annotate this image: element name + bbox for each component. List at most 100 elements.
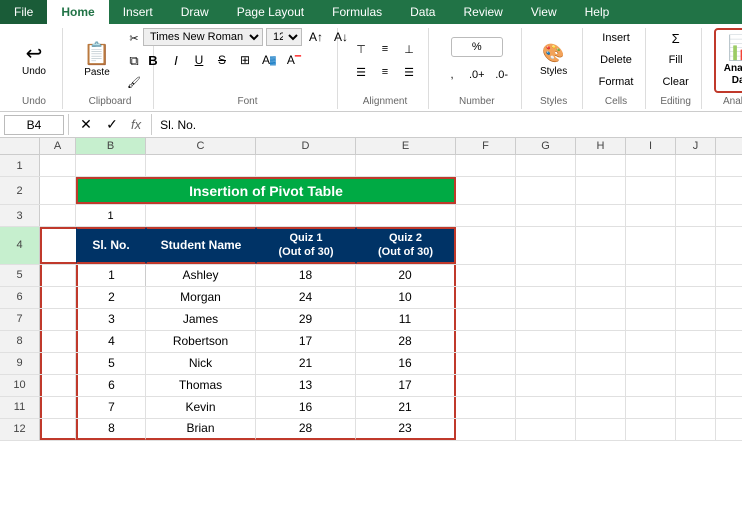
row-num-1[interactable]: 1 xyxy=(0,155,40,176)
cell-c12[interactable]: Brian xyxy=(146,419,256,440)
cell-g5[interactable] xyxy=(516,265,576,286)
comma-style-button[interactable]: , xyxy=(441,65,463,85)
cell-i11[interactable] xyxy=(626,397,676,418)
col-header-i[interactable]: I xyxy=(626,138,676,154)
col-header-j[interactable]: J xyxy=(676,138,716,154)
tab-data[interactable]: Data xyxy=(396,0,449,24)
cell-c11[interactable]: Kevin xyxy=(146,397,256,418)
tab-formulas[interactable]: Formulas xyxy=(318,0,396,24)
cell-e3[interactable] xyxy=(356,205,456,226)
cell-j12[interactable] xyxy=(676,419,716,440)
cell-d8[interactable]: 17 xyxy=(256,331,356,352)
row-num-8[interactable]: 8 xyxy=(0,331,40,352)
col-header-g[interactable]: G xyxy=(516,138,576,154)
cell-j4[interactable] xyxy=(676,227,716,264)
col-header-b[interactable]: B xyxy=(76,138,146,154)
cell-h6[interactable] xyxy=(576,287,626,308)
cell-h5[interactable] xyxy=(576,265,626,286)
row-num-10[interactable]: 10 xyxy=(0,375,40,396)
format-cells-button[interactable]: Format xyxy=(595,72,638,92)
cell-b9[interactable]: 5 xyxy=(76,353,146,374)
cell-i4[interactable] xyxy=(626,227,676,264)
cell-i5[interactable] xyxy=(626,265,676,286)
cell-b11[interactable]: 7 xyxy=(76,397,146,418)
cell-e10[interactable]: 17 xyxy=(356,375,456,396)
cell-d3[interactable] xyxy=(256,205,356,226)
cell-f1[interactable] xyxy=(456,155,516,176)
insert-function-button[interactable]: fx xyxy=(127,117,145,132)
font-size-select[interactable]: 12 xyxy=(266,28,302,46)
bold-button[interactable]: B xyxy=(143,51,163,69)
format-painter-button[interactable]: 🖌 xyxy=(123,73,145,93)
confirm-formula-button[interactable]: ✓ xyxy=(101,114,123,135)
cell-j9[interactable] xyxy=(676,353,716,374)
cell-h9[interactable] xyxy=(576,353,626,374)
cell-e9[interactable]: 16 xyxy=(356,353,456,374)
cell-i1[interactable] xyxy=(626,155,676,176)
cell-g10[interactable] xyxy=(516,375,576,396)
cell-h1[interactable] xyxy=(576,155,626,176)
cell-g1[interactable] xyxy=(516,155,576,176)
cell-b6[interactable]: 2 xyxy=(76,287,146,308)
align-middle-button[interactable]: ≡ xyxy=(374,39,396,59)
row-num-2[interactable]: 2 xyxy=(0,177,40,204)
cell-d12[interactable]: 28 xyxy=(256,419,356,440)
cell-h12[interactable] xyxy=(576,419,626,440)
cell-a8[interactable] xyxy=(40,331,76,352)
cell-c4-header[interactable]: Student Name xyxy=(146,227,256,264)
cell-c1[interactable] xyxy=(146,155,256,176)
underline-button[interactable]: U xyxy=(189,51,209,69)
cell-i10[interactable] xyxy=(626,375,676,396)
tab-home[interactable]: Home xyxy=(47,0,108,24)
cell-h4[interactable] xyxy=(576,227,626,264)
fill-color-button[interactable]: A▓ xyxy=(258,51,280,69)
cell-f3[interactable] xyxy=(456,205,516,226)
cell-d10[interactable]: 13 xyxy=(256,375,356,396)
cell-b5[interactable]: 1 xyxy=(76,265,146,286)
insert-cells-button[interactable]: Insert xyxy=(598,28,634,48)
cell-e8[interactable]: 28 xyxy=(356,331,456,352)
cell-a2[interactable] xyxy=(40,177,76,204)
cell-c7[interactable]: James xyxy=(146,309,256,330)
cell-j3[interactable] xyxy=(676,205,716,226)
cell-j5[interactable] xyxy=(676,265,716,286)
cell-b4-header[interactable]: Sl. No. xyxy=(76,227,146,264)
cell-f10[interactable] xyxy=(456,375,516,396)
cell-c5[interactable]: Ashley xyxy=(146,265,256,286)
cell-i7[interactable] xyxy=(626,309,676,330)
cell-f7[interactable] xyxy=(456,309,516,330)
cell-j2[interactable] xyxy=(676,177,716,204)
cell-i6[interactable] xyxy=(626,287,676,308)
row-num-3[interactable]: 3 xyxy=(0,205,40,226)
col-header-d[interactable]: D xyxy=(256,138,356,154)
cell-b12[interactable]: 8 xyxy=(76,419,146,440)
cell-d9[interactable]: 21 xyxy=(256,353,356,374)
cell-g6[interactable] xyxy=(516,287,576,308)
decrease-decimal-button[interactable]: .0- xyxy=(491,65,513,85)
cell-b10[interactable]: 6 xyxy=(76,375,146,396)
formula-input[interactable] xyxy=(156,118,738,132)
number-format-select[interactable]: % xyxy=(451,37,503,57)
col-header-h[interactable]: H xyxy=(576,138,626,154)
cell-j11[interactable] xyxy=(676,397,716,418)
row-num-12[interactable]: 12 xyxy=(0,419,40,440)
strikethrough-button[interactable]: S xyxy=(212,51,232,69)
cell-f12[interactable] xyxy=(456,419,516,440)
clear-button[interactable]: Clear xyxy=(658,72,692,92)
cell-j1[interactable] xyxy=(676,155,716,176)
cell-h8[interactable] xyxy=(576,331,626,352)
font-family-select[interactable]: Times New Roman xyxy=(143,28,263,46)
cell-h3[interactable] xyxy=(576,205,626,226)
col-header-c[interactable]: C xyxy=(146,138,256,154)
cell-e7[interactable]: 11 xyxy=(356,309,456,330)
cut-button[interactable]: ✂ xyxy=(123,29,145,49)
col-header-a[interactable]: A xyxy=(40,138,76,154)
cell-h2[interactable] xyxy=(576,177,626,204)
tab-page-layout[interactable]: Page Layout xyxy=(223,0,318,24)
autosum-button[interactable]: Σ xyxy=(665,28,687,48)
cell-f11[interactable] xyxy=(456,397,516,418)
cell-f9[interactable] xyxy=(456,353,516,374)
row-num-5[interactable]: 5 xyxy=(0,265,40,286)
cell-i8[interactable] xyxy=(626,331,676,352)
cell-a5[interactable] xyxy=(40,265,76,286)
